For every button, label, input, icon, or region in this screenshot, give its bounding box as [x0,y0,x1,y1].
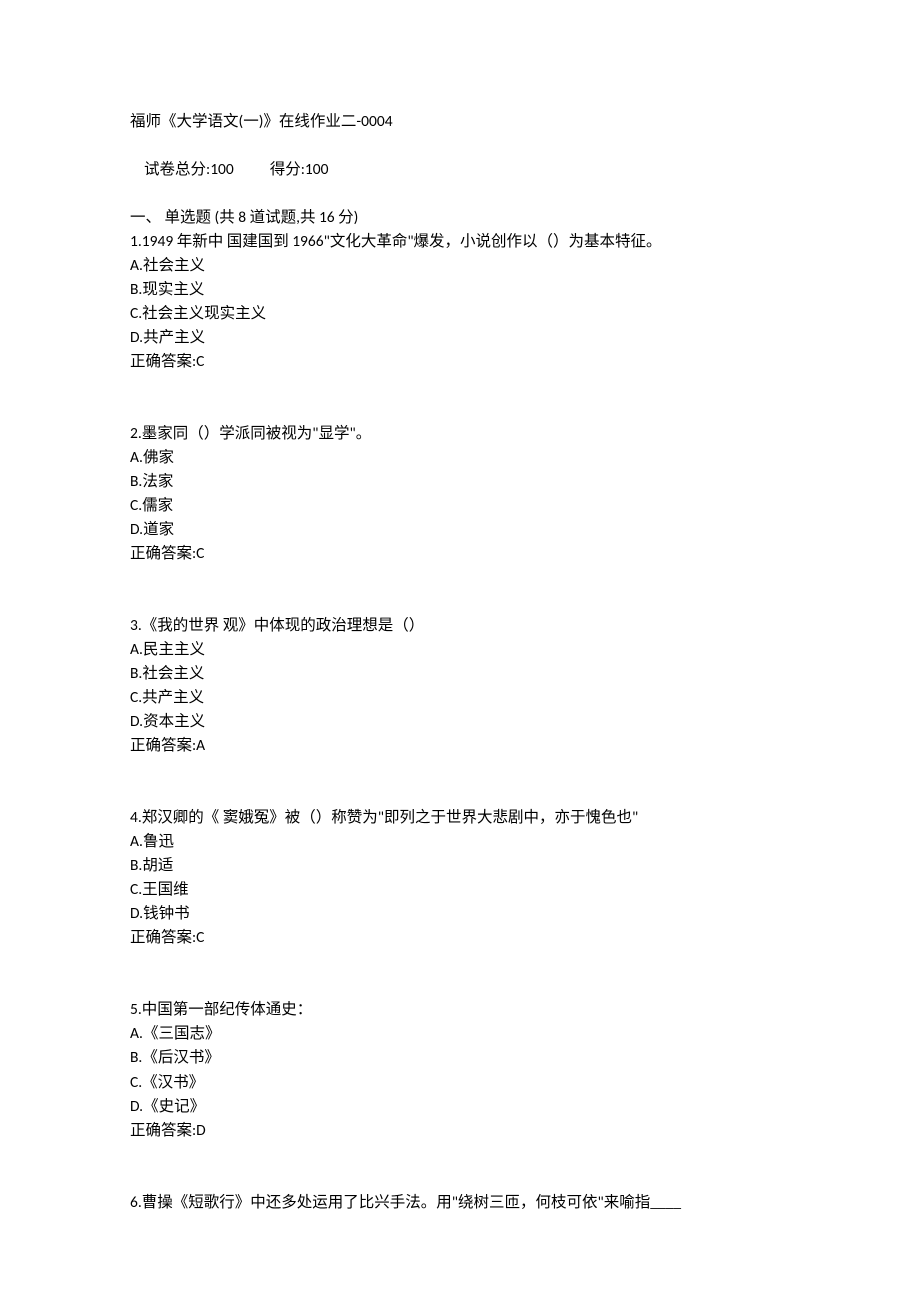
question-option: A.民主主义 [130,638,790,662]
total-value: 100 [210,160,234,179]
score-value: 100 [305,160,329,179]
question-answer: 正确答案:C [130,926,790,950]
question-option: D.资本主义 [130,710,790,734]
question-option: C.王国维 [130,878,790,902]
question-option: B.法家 [130,470,790,494]
question-option: D.《史记》 [130,1095,790,1119]
question-option: C.社会主义现实主义 [130,302,790,326]
question-option: C.《汉书》 [130,1071,790,1095]
document-page: 福师《大学语文(一)》在线作业二-0004 试卷总分:100得分:100 一、 … [0,0,920,1275]
question-option: A.佛家 [130,446,790,470]
question-option: B.现实主义 [130,278,790,302]
question-answer: 正确答案:D [130,1119,790,1143]
question-option: B.社会主义 [130,662,790,686]
question-stem: 6.曹操《短歌行》中还多处运用了比兴手法。用"绕树三匝，何枝可依"来喻指____ [130,1191,790,1215]
question-option: C.共产主义 [130,686,790,710]
question-option: B.《后汉书》 [130,1046,790,1070]
question-option: A.鲁迅 [130,830,790,854]
score-label: 得分: [270,160,305,179]
section-heading: 一、 单选题 (共 8 道试题,共 16 分) [130,206,790,230]
question-option: C.儒家 [130,494,790,518]
question-stem: 4.郑汉卿的《 窦娥冤》被（）称赞为"即列之于世界大悲剧中，亦于愧色也" [130,806,790,830]
question-answer: 正确答案:A [130,734,790,758]
doc-title: 福师《大学语文(一)》在线作业二-0004 [130,110,790,134]
question-stem: 5.中国第一部纪传体通史： [130,998,790,1022]
question-stem: 2.墨家同（）学派同被视为"显学"。 [130,422,790,446]
question-option: B.胡适 [130,854,790,878]
total-label: 试卷总分: [144,160,210,179]
question-answer: 正确答案:C [130,542,790,566]
question-option: D.钱钟书 [130,902,790,926]
question-stem: 3.《我的世界 观》中体现的政治理想是（） [130,614,790,638]
question-option: A.《三国志》 [130,1022,790,1046]
question-option: D.共产主义 [130,326,790,350]
question-stem: 1.1949 年新中 国建国到 1966"文化大革命"爆发，小说创作以（）为基本… [130,230,790,254]
question-option: D.道家 [130,518,790,542]
score-line: 试卷总分:100得分:100 [130,134,790,206]
question-option: A.社会主义 [130,254,790,278]
question-answer: 正确答案:C [130,350,790,374]
